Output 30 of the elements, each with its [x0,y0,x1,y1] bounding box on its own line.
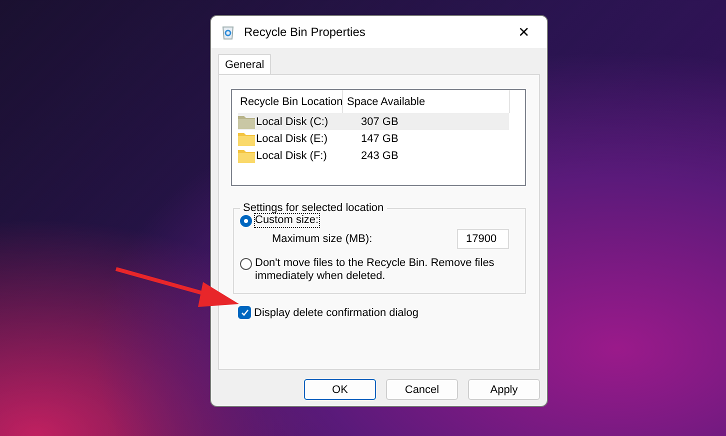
location-row[interactable]: Local Disk (F:) 243 GB [238,147,509,164]
size-input-field[interactable]: 17900 [457,229,509,249]
location-row[interactable]: Local Disk (C:) 307 GB [238,113,509,130]
space-available: 243 GB [360,150,398,162]
dialog-button[interactable]: OK [304,379,376,400]
dialog-button[interactable]: Apply [468,379,540,400]
group-legend: Settings for selected location [240,202,387,214]
recycle-bin-icon [220,24,236,40]
radio-button[interactable] [240,215,252,227]
folder-icon [238,114,255,128]
checkbox-label: Display delete confirmation dialog [254,306,418,318]
location-name: Local Disk (E:) [256,132,329,144]
folder-icon [238,148,255,162]
radio-label: Don't move files to the Recycle Bin. Remove files immediately when deleted. [255,257,496,283]
space-available: 307 GB [360,116,398,128]
checkbox[interactable] [238,306,251,319]
close-button[interactable]: ✕ [501,16,547,48]
location-row[interactable]: Local Disk (E:) 147 GB [238,130,509,147]
column-header[interactable]: Space Available [343,90,426,113]
checkmark-icon [240,308,250,318]
field-label: Maximum size (MB): [272,233,372,245]
location-name: Local Disk (F:) [256,150,328,162]
tab[interactable]: General [218,54,272,74]
location-name: Local Disk (C:) [256,116,330,128]
folder-icon [238,132,255,146]
dialog-button[interactable]: Cancel [386,379,458,400]
space-available: 147 GB [360,132,398,144]
radio-label: Custom size: [255,214,319,227]
window-title: Recycle Bin Properties [244,25,366,39]
radio-button[interactable] [240,258,252,270]
